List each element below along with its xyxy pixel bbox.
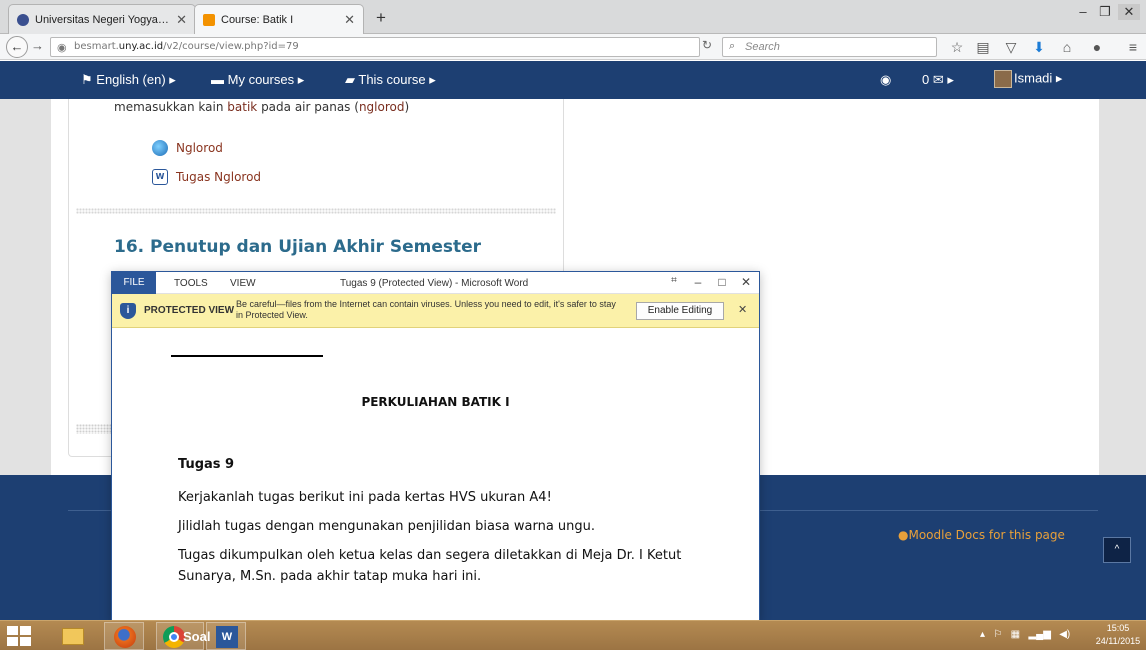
browser-nav-bar: ← → ◉ besmart.uny.ac.id/v2/course/view.p… <box>0 34 1146 60</box>
word-doc-icon: W <box>152 169 168 185</box>
task-paragraph: Jilidlah tugas dengan mengunakan penjili… <box>178 519 596 534</box>
shield-icon: i <box>120 303 136 319</box>
moodle-docs-link[interactable]: ●Moodle Docs for this page <box>898 528 1065 542</box>
download-icon[interactable]: ⬇ <box>1030 39 1048 56</box>
url-text: besmart.uny.ac.id/v2/course/view.php?id=… <box>74 41 299 52</box>
close-tab-icon[interactable]: ✕ <box>176 12 187 28</box>
mail-icon: ✉ <box>932 72 944 87</box>
close-icon[interactable]: ✕ <box>738 275 754 289</box>
home-icon[interactable]: ⌂ <box>1058 39 1076 55</box>
windows-taskbar: Soal W ▴ ⚐ ▦ ▂▄▆ ◀) 15:05 24/11/2015 <box>0 620 1146 650</box>
header-rule <box>171 355 323 357</box>
scroll-to-top-button[interactable]: ^ <box>1103 537 1131 563</box>
tab-tools[interactable]: TOOLS <box>174 278 208 289</box>
chrome-icon[interactable]: Soal <box>156 622 210 650</box>
section-heading: 16. Penutup dan Ujian Akhir Semester <box>114 237 482 257</box>
back-button[interactable]: ← <box>6 36 28 58</box>
help-icon: ● <box>898 528 909 542</box>
courses-icon: ▬ <box>211 72 224 87</box>
uny-favicon-icon <box>17 13 29 26</box>
word-title-bar: FILE TOOLS VIEW Tugas 9 (Protected View)… <box>112 272 759 294</box>
user-menu[interactable]: Ismadi ▸ <box>994 70 1062 88</box>
section-separator <box>76 424 112 434</box>
menu-icon[interactable]: ≡ <box>1124 39 1142 55</box>
search-input[interactable]: Search <box>745 41 780 53</box>
protected-view-bar: i PROTECTED VIEW Be careful—files from t… <box>112 294 759 328</box>
site-info-icon[interactable]: ◉ <box>57 41 67 54</box>
fullscreen-icon[interactable]: ⌗ <box>666 275 682 286</box>
language-menu[interactable]: ⚑ English (en) ▸ <box>81 72 176 88</box>
close-icon[interactable]: ✕ <box>738 303 747 316</box>
search-bar[interactable]: ⌕ Search <box>722 37 937 57</box>
system-tray-icons[interactable]: ▴ ⚐ ▦ ▂▄▆ ◀) <box>980 629 1070 640</box>
enable-editing-button[interactable]: Enable Editing <box>636 302 724 320</box>
resource-tugas-nglorod[interactable]: W Tugas Nglorod <box>152 169 261 185</box>
url-icon <box>152 140 168 156</box>
protected-view-message: Be careful—files from the Internet can c… <box>236 299 616 320</box>
avatar <box>994 70 1012 88</box>
tab-uny[interactable]: Universitas Negeri Yogyak... ✕ <box>8 4 196 34</box>
file-explorer-icon[interactable] <box>52 622 92 650</box>
reload-icon[interactable]: ↻ <box>702 38 712 52</box>
maximize-icon[interactable]: □ <box>714 275 730 289</box>
taskbar-clock[interactable]: 15:05 24/11/2015 <box>1090 622 1146 648</box>
notifications-icon[interactable]: ◉ <box>880 72 891 88</box>
task-title: Tugas 9 <box>178 457 235 472</box>
tab-title: Universitas Negeri Yogyak... <box>35 13 171 26</box>
flag-icon: ⚑ <box>81 72 93 87</box>
protected-view-title: PROTECTED VIEW <box>144 305 235 316</box>
restore-icon[interactable]: ❐ <box>1094 4 1116 20</box>
url-bar[interactable]: ◉ besmart.uny.ac.id/v2/course/view.php?i… <box>50 37 739 57</box>
tab-file[interactable]: FILE <box>112 272 156 294</box>
task-paragraph: Tugas dikumpulkan oleh ketua kelas dan s… <box>178 548 682 584</box>
minimize-icon[interactable]: – <box>690 275 706 289</box>
forward-button[interactable]: → <box>31 38 44 53</box>
firefox-icon[interactable] <box>104 622 144 650</box>
task-paragraph: Kerjakanlah tugas berikut ini pada kerta… <box>178 490 552 505</box>
word-taskbar-icon[interactable]: W <box>206 622 246 650</box>
star-icon[interactable]: ☆ <box>948 39 966 56</box>
chat-icon[interactable]: ● <box>1088 39 1106 55</box>
document-heading: PERKULIAHAN BATIK I <box>361 395 510 409</box>
document-page[interactable]: PERKULIAHAN BATIK I Tugas 9 Kerjakanlah … <box>112 329 759 621</box>
reading-list-icon[interactable]: ▤ <box>974 39 992 56</box>
windows-start-icon[interactable] <box>7 626 33 646</box>
tab-course-batik[interactable]: Course: Batik I ✕ <box>194 4 364 34</box>
word-window: FILE TOOLS VIEW Tugas 9 (Protected View)… <box>111 271 760 622</box>
messages-menu[interactable]: 0 ✉ ▸ <box>922 72 954 88</box>
word-caption: Tugas 9 (Protected View) - Microsoft Wor… <box>340 278 529 289</box>
section-separator <box>76 208 556 214</box>
tab-view[interactable]: VIEW <box>230 278 256 289</box>
section-summary: memasukkan kain batik pada air panas (ng… <box>114 100 410 114</box>
minimize-icon[interactable]: – <box>1072 4 1094 19</box>
tab-title: Course: Batik I <box>221 13 294 26</box>
close-tab-icon[interactable]: ✕ <box>344 12 355 28</box>
book-icon: ▰ <box>345 72 355 87</box>
moodle-navbar: ⚑ English (en) ▸ ▬ My courses ▸ ▰ This c… <box>0 61 1146 99</box>
moodle-favicon-icon <box>203 13 215 26</box>
search-icon: ⌕ <box>729 40 736 52</box>
my-courses-menu[interactable]: ▬ My courses ▸ <box>211 72 304 88</box>
close-window-icon[interactable]: ✕ <box>1118 4 1140 20</box>
new-tab-button[interactable]: + <box>376 8 386 28</box>
pocket-icon[interactable]: ▽ <box>1002 39 1020 56</box>
resource-nglorod[interactable]: Nglorod <box>152 140 223 156</box>
this-course-menu[interactable]: ▰ This course ▸ <box>345 72 436 88</box>
browser-tab-bar: Universitas Negeri Yogyak... ✕ Course: B… <box>0 0 1146 34</box>
